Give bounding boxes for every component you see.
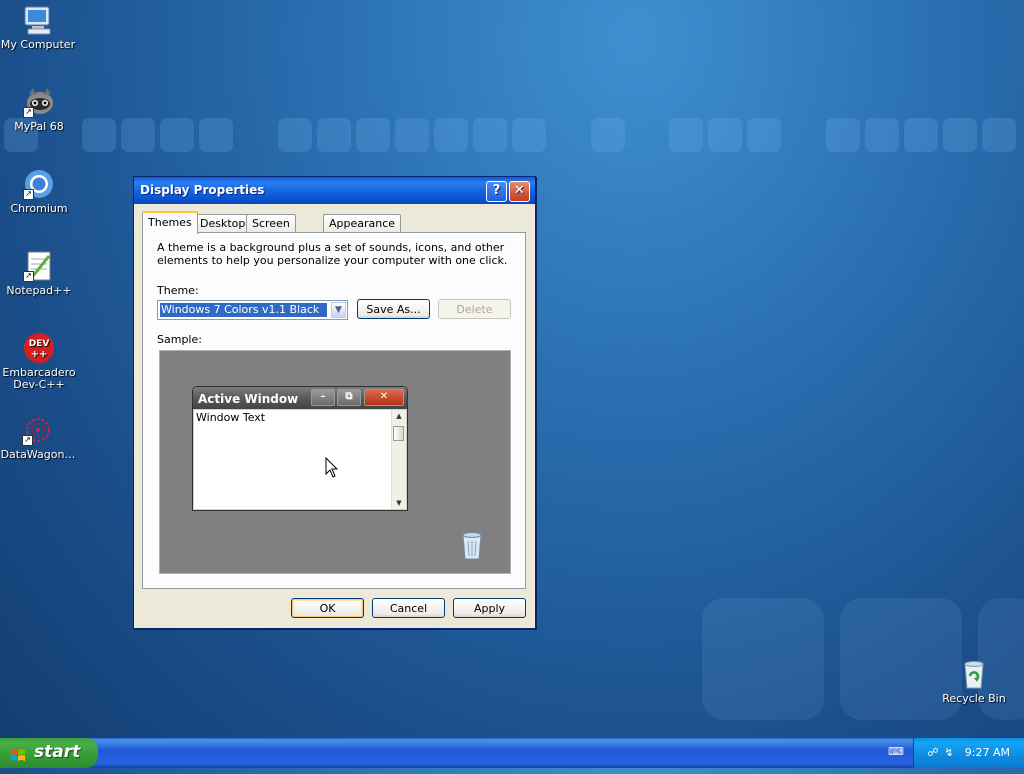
sample-scrollbar: ▲ ▼ xyxy=(391,410,406,509)
theme-label: Theme: xyxy=(157,284,199,297)
desktop-icon-label: DataWagon… xyxy=(0,448,76,461)
help-icon: ? xyxy=(492,183,501,198)
desktop-icon-mypal[interactable]: ↗ MyPal 68 xyxy=(1,86,77,133)
chromium-icon: ↗ xyxy=(23,168,55,200)
desktop-icon-label: Recycle Bin xyxy=(942,692,1006,705)
tab-desktop[interactable]: Desktop xyxy=(194,214,252,232)
windows-flag-icon xyxy=(10,745,26,761)
chevron-down-icon[interactable]: ▼ xyxy=(331,302,346,318)
desktop-icon-label: Embarcadero Dev-C++ xyxy=(2,366,76,391)
display-properties-dialog: Display Properties ? ✕ Themes Desktop Sc… xyxy=(133,176,536,629)
mouse-cursor-icon xyxy=(325,456,339,479)
desktop-icon-devcpp[interactable]: DEV ++ Embarcadero Dev-C++ xyxy=(1,332,77,391)
datawagon-icon: ↗ xyxy=(22,414,54,446)
desktop-icon-label: My Computer xyxy=(0,38,76,51)
scroll-up-arrow-icon: ▲ xyxy=(396,412,402,420)
sample-window-title: Active Window xyxy=(198,392,299,406)
desktop: { "desktop": { "icons": [ {"label": "My … xyxy=(0,0,1024,768)
my-computer-icon xyxy=(22,4,54,36)
delete-button[interactable]: Delete xyxy=(438,299,511,319)
help-button[interactable]: ? xyxy=(486,181,507,202)
network-icon[interactable]: ☍ xyxy=(926,746,940,760)
taskbar: start ⌨ ☍ ↯ 9:27 AM xyxy=(0,738,1024,768)
keyboard-icon[interactable]: ⌨ xyxy=(888,746,904,758)
notepadpp-icon: ↗ xyxy=(23,250,55,282)
svg-text:++: ++ xyxy=(31,349,48,360)
desktop-icon-label: Chromium xyxy=(10,202,68,215)
scroll-down-arrow-icon: ▼ xyxy=(396,499,402,507)
close-icon: ✕ xyxy=(364,389,404,406)
desktop-icon-notepadpp[interactable]: ↗ Notepad++ xyxy=(1,250,77,297)
apply-button[interactable]: Apply xyxy=(453,598,526,618)
mypal-raccoon-icon: ↗ xyxy=(23,86,55,118)
scroll-thumb xyxy=(393,426,404,441)
ok-button[interactable]: OK xyxy=(291,598,364,618)
tab-appearance[interactable]: Appearance xyxy=(323,214,402,232)
restore-icon: ⧉ xyxy=(337,389,361,406)
desktop-icon-my-computer[interactable]: My Computer xyxy=(0,4,76,51)
save-as-button[interactable]: Save As... xyxy=(357,299,430,319)
start-button[interactable]: start xyxy=(0,738,98,768)
themes-panel: A theme is a background plus a set of so… xyxy=(142,232,526,589)
cancel-button[interactable]: Cancel xyxy=(372,598,445,618)
shortcut-arrow-icon: ↗ xyxy=(23,271,34,282)
desktop-icon-chromium[interactable]: ↗ Chromium xyxy=(1,168,77,215)
dialog-titlebar[interactable]: Display Properties ? ✕ xyxy=(134,177,535,204)
clock[interactable]: 9:27 AM xyxy=(965,738,1010,768)
sample-window-titlebar: Active Window – ⧉ ✕ xyxy=(193,387,407,409)
dialog-title: Display Properties xyxy=(140,183,265,197)
theme-description: A theme is a background plus a set of so… xyxy=(157,241,508,267)
sample-window-text: Window Text xyxy=(196,411,266,424)
devcpp-icon: DEV ++ xyxy=(23,332,55,364)
sample-active-window: Active Window – ⧉ ✕ Window Text ▲ ▼ xyxy=(192,386,408,511)
sample-label: Sample: xyxy=(157,333,202,346)
shortcut-arrow-icon: ↗ xyxy=(23,107,34,118)
theme-select-value: Windows 7 Colors v1.1 Black xyxy=(160,303,327,317)
desktop-icon-label: Notepad++ xyxy=(6,284,72,297)
shortcut-arrow-icon: ↗ xyxy=(23,189,34,200)
close-icon: ✕ xyxy=(514,183,525,198)
svg-text:DEV: DEV xyxy=(29,339,50,349)
close-button[interactable]: ✕ xyxy=(509,181,530,202)
start-label: start xyxy=(34,742,81,762)
tab-themes[interactable]: Themes xyxy=(142,211,198,234)
minimize-icon: – xyxy=(311,389,335,406)
sample-recycle-bin-icon xyxy=(458,529,486,561)
desktop-icon-recycle-bin[interactable]: Recycle Bin xyxy=(936,658,1012,705)
desktop-icon-label: MyPal 68 xyxy=(14,120,64,133)
theme-select[interactable]: Windows 7 Colors v1.1 Black ▼ xyxy=(157,300,348,320)
safely-remove-icon[interactable]: ↯ xyxy=(942,746,956,760)
shortcut-arrow-icon: ↗ xyxy=(22,435,33,446)
recycle-bin-icon xyxy=(958,658,990,690)
system-tray: ☍ ↯ 9:27 AM xyxy=(913,738,1024,768)
tab-screen-saver[interactable]: Screen Saver xyxy=(246,214,296,247)
sample-window-client: Window Text ▲ ▼ xyxy=(194,410,406,509)
desktop-icon-datawagon[interactable]: ↗ DataWagon… xyxy=(0,414,76,461)
